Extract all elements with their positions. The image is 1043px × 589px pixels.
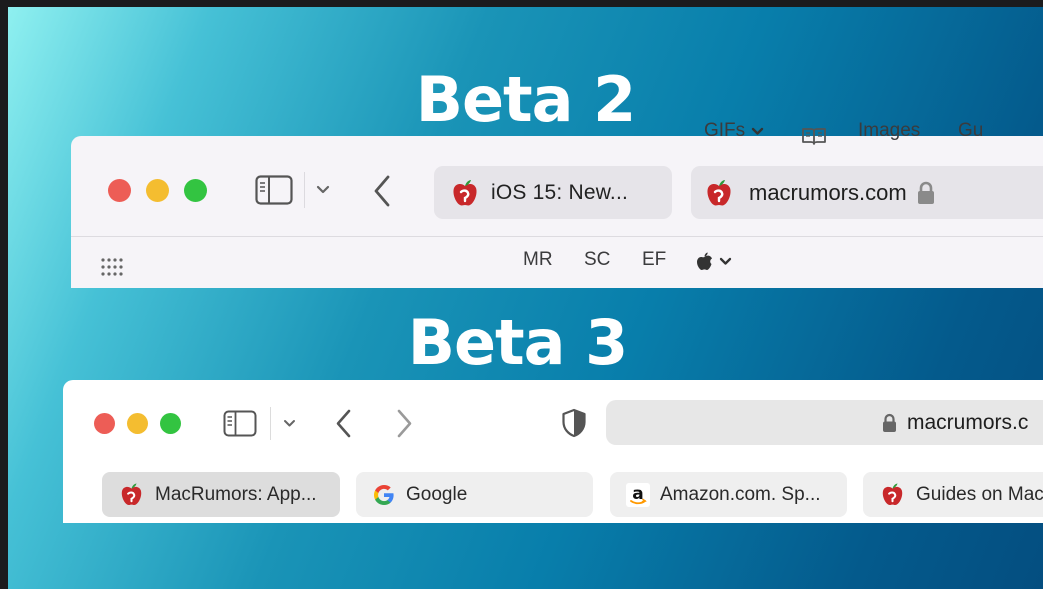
tab-title: Google [406, 483, 468, 505]
zoom-button[interactable] [184, 179, 207, 202]
zoom-button[interactable] [160, 413, 181, 434]
reading-list-icon[interactable] [801, 126, 827, 146]
tab-title: Amazon.com. Sp... [660, 483, 821, 505]
close-button[interactable] [94, 413, 115, 434]
bookmark-ef[interactable]: EF [642, 249, 666, 271]
toolbar-separator [270, 407, 271, 440]
grid-icon[interactable] [101, 258, 125, 276]
chevron-down-icon[interactable] [315, 184, 331, 196]
svg-text:a: a [632, 484, 643, 504]
bookmark-gifs-label: GIFs [704, 120, 746, 141]
close-button[interactable] [108, 179, 131, 202]
address-text: macrumors.com [749, 179, 907, 205]
apple-logo-icon [696, 252, 713, 271]
privacy-shield-icon[interactable] [561, 408, 587, 438]
address-bar[interactable]: macrumors.c [606, 400, 1043, 445]
bookmark-sc[interactable]: SC [584, 249, 610, 271]
toolbar-separator [304, 172, 305, 208]
tab-macrumors[interactable]: MacRumors: App... [102, 472, 340, 517]
sidebar-icon[interactable] [223, 410, 257, 437]
tab-title: Guides on Mac [916, 483, 1043, 505]
bookmark-images[interactable]: Images [858, 120, 920, 142]
beta2-safari-toolbar: iOS 15: New... macrumors.com MR SC EF [71, 136, 1043, 288]
beta3-safari-toolbar: macrumors.c MacRumors: App... Google a A… [63, 380, 1043, 523]
tab-guides[interactable]: Guides on Mac [863, 472, 1043, 517]
bookmark-apple-folder[interactable] [696, 252, 732, 271]
forward-icon[interactable] [394, 408, 414, 439]
beta3-heading: Beta 3 [407, 306, 629, 379]
address-text: macrumors.c [907, 410, 1029, 434]
lock-icon [917, 181, 935, 205]
chevron-down-icon[interactable] [282, 418, 297, 429]
google-g-icon [372, 483, 396, 507]
sidebar-icon[interactable] [255, 175, 293, 205]
macrumors-apple-icon [449, 177, 481, 209]
tab-amazon[interactable]: a Amazon.com. Sp... [610, 472, 847, 517]
macrumors-apple-icon [118, 481, 145, 508]
lock-icon [882, 413, 897, 433]
bookmark-mr[interactable]: MR [523, 249, 553, 271]
minimize-button[interactable] [146, 179, 169, 202]
chevron-down-icon [751, 127, 764, 136]
toolbar-divider [71, 236, 1043, 237]
bookmark-gifs-folder[interactable]: GIFs [704, 120, 764, 142]
back-icon[interactable] [334, 408, 354, 439]
back-icon[interactable] [371, 174, 395, 208]
amazon-a-icon: a [626, 482, 650, 507]
address-bar[interactable]: macrumors.com [691, 166, 1043, 219]
macrumors-apple-icon [703, 177, 735, 209]
tab-title: iOS 15: New... [491, 180, 629, 204]
tab-title: MacRumors: App... [155, 483, 317, 505]
minimize-button[interactable] [127, 413, 148, 434]
chevron-down-icon [719, 257, 732, 266]
tab-google[interactable]: Google [356, 472, 593, 517]
macrumors-apple-icon [879, 481, 906, 508]
bookmark-guides[interactable]: Gu [958, 120, 983, 142]
tab-ios15[interactable]: iOS 15: New... [434, 166, 672, 219]
